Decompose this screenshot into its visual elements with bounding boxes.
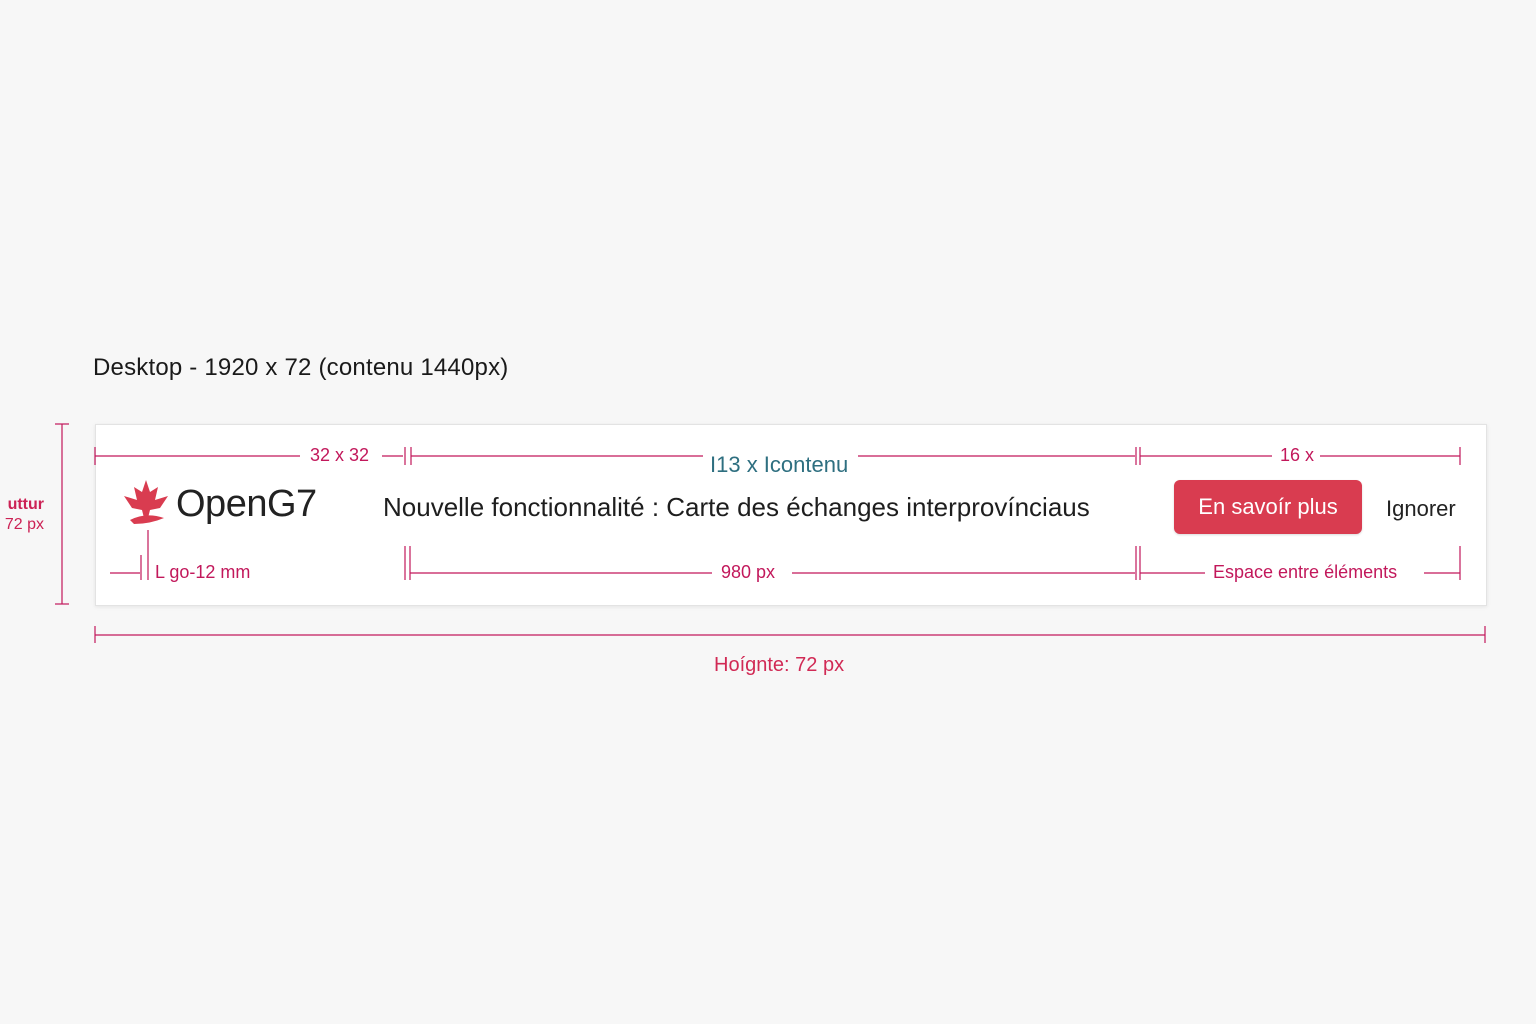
- learn-more-button[interactable]: En savoír plus: [1174, 480, 1362, 534]
- content-label: I13 x Icontenu: [706, 452, 853, 478]
- left-height-label: uttur: [7, 496, 44, 513]
- maple-leaf-icon: [124, 480, 168, 524]
- logo-margin-label: L go-12 mm: [151, 562, 255, 583]
- height-label: Hoígnte: 72 px: [710, 654, 849, 677]
- logo-text: OpenG7: [176, 482, 317, 525]
- actions-label: 16 x: [1276, 445, 1319, 466]
- logo-size-label: 32 x 32: [306, 445, 374, 466]
- logo[interactable]: OpenG7: [120, 478, 317, 530]
- left-height-value: 72 px: [4, 516, 44, 533]
- spacing-label: Espace entre éléments: [1209, 562, 1402, 583]
- content-width-label: 980 px: [717, 562, 780, 583]
- spec-title: Desktop - 1920 x 72 (contenu 1440px): [93, 354, 509, 381]
- dismiss-link[interactable]: Ignorer: [1386, 496, 1456, 522]
- banner-message: Nouvelle fonctionnalité : Carte des écha…: [383, 492, 1090, 522]
